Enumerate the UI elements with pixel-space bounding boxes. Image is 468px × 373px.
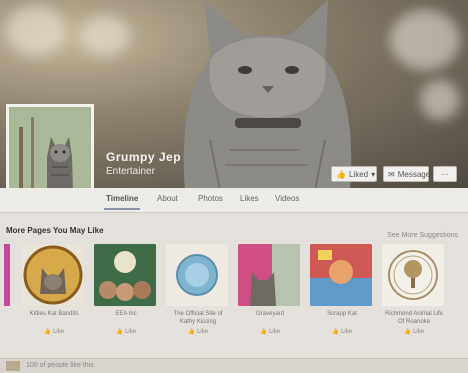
- message-icon: ✉: [388, 169, 395, 179]
- cover-cat-image: [183, 0, 352, 188]
- profile-picture[interactable]: [6, 104, 94, 188]
- suggestion-card[interactable]: Richmond Animal Life Of Roanoke 👍 Like: [382, 244, 446, 335]
- cover-bokeh: [390, 10, 460, 70]
- suggestion-card[interactable]: Scrapp Kat 👍 Like: [310, 244, 374, 335]
- more-icon: ···: [441, 169, 449, 179]
- suggestion-thumbnail[interactable]: [310, 244, 372, 306]
- like-button[interactable]: 👍 Like: [238, 328, 302, 335]
- suggestion-name[interactable]: The Official Site of Kathy Kissing: [166, 310, 230, 326]
- like-label: Like: [413, 329, 425, 335]
- liked-label: Liked: [348, 169, 369, 179]
- suggestion-name[interactable]: Kitties Kat Bandits: [22, 310, 86, 326]
- partial-card-edge: [4, 244, 10, 306]
- suggestion-thumbnail[interactable]: [22, 244, 84, 306]
- like-label: Like: [269, 329, 281, 335]
- tab-timeline[interactable]: Timeline: [106, 194, 138, 203]
- thumbs-up-icon: 👍: [187, 329, 198, 335]
- like-button[interactable]: 👍 Like: [166, 328, 230, 335]
- tab-photos[interactable]: Photos: [198, 194, 223, 203]
- page-category: Entertainer: [106, 166, 155, 177]
- suggestion-card[interactable]: Kitties Kat Bandits 👍 Like: [22, 244, 86, 335]
- like-button[interactable]: 👍 Like: [310, 328, 374, 335]
- like-label: Like: [53, 329, 65, 335]
- like-label: Like: [197, 329, 209, 335]
- message-button[interactable]: ✉ Message: [383, 166, 431, 182]
- suggestion-thumbnail[interactable]: [238, 244, 300, 306]
- suggestion-card[interactable]: Graveyard 👍 Like: [238, 244, 302, 335]
- thumbs-up-icon: 👍: [259, 329, 270, 335]
- liked-button[interactable]: 👍 Liked ▾: [331, 166, 377, 182]
- section-title: More Pages You May Like: [6, 226, 104, 235]
- avatar: [6, 361, 20, 371]
- tab-about[interactable]: About: [157, 194, 178, 203]
- page-tab-bar: Timeline About Photos Likes Videos: [0, 188, 468, 213]
- thumbs-up-icon: 👍: [336, 169, 346, 179]
- thumbs-up-icon: 👍: [43, 329, 54, 335]
- more-button[interactable]: ···: [433, 166, 457, 182]
- thumbs-up-icon: 👍: [403, 329, 414, 335]
- suggestion-thumbnail[interactable]: [94, 244, 156, 306]
- cover-bokeh: [6, 6, 66, 56]
- suggestion-thumbnail[interactable]: [382, 244, 444, 306]
- thumbs-up-icon: 👍: [115, 329, 126, 335]
- tab-videos[interactable]: Videos: [275, 194, 299, 203]
- suggestion-name[interactable]: Scrapp Kat: [310, 310, 374, 326]
- like-button[interactable]: 👍 Like: [22, 328, 86, 335]
- suggestion-card[interactable]: EEA Inc 👍 Like: [94, 244, 158, 335]
- more-pages-section: More Pages You May Like See More Suggest…: [0, 218, 468, 358]
- chevron-down-icon: ▾: [371, 169, 376, 179]
- message-label: Message: [397, 169, 431, 179]
- like-label: Like: [341, 329, 353, 335]
- active-tab-indicator: [104, 208, 140, 210]
- suggestion-name[interactable]: Richmond Animal Life Of Roanoke: [382, 310, 446, 326]
- cover-bokeh: [80, 16, 130, 56]
- like-button[interactable]: 👍 Like: [94, 328, 158, 335]
- see-more-suggestions-link[interactable]: See More Suggestions: [387, 232, 458, 239]
- suggestion-card[interactable]: The Official Site of Kathy Kissing 👍 Lik…: [166, 244, 230, 335]
- like-button[interactable]: 👍 Like: [382, 328, 446, 335]
- thumbs-up-icon: 👍: [331, 329, 342, 335]
- page-title: Grumpy Jep: [106, 150, 182, 164]
- cover-bokeh: [420, 80, 460, 120]
- likes-summary: 100 of people like this: [26, 362, 94, 369]
- suggestion-thumbnail[interactable]: [166, 244, 228, 306]
- suggestion-name[interactable]: EEA Inc: [94, 310, 158, 326]
- cover-photo[interactable]: Grumpy Jep Entertainer 👍 Liked ▾ ✉ Messa…: [0, 0, 468, 188]
- suggestion-name[interactable]: Graveyard: [238, 310, 302, 326]
- tab-likes[interactable]: Likes: [240, 194, 259, 203]
- like-label: Like: [125, 329, 137, 335]
- bottom-strip: 100 of people like this: [0, 358, 468, 373]
